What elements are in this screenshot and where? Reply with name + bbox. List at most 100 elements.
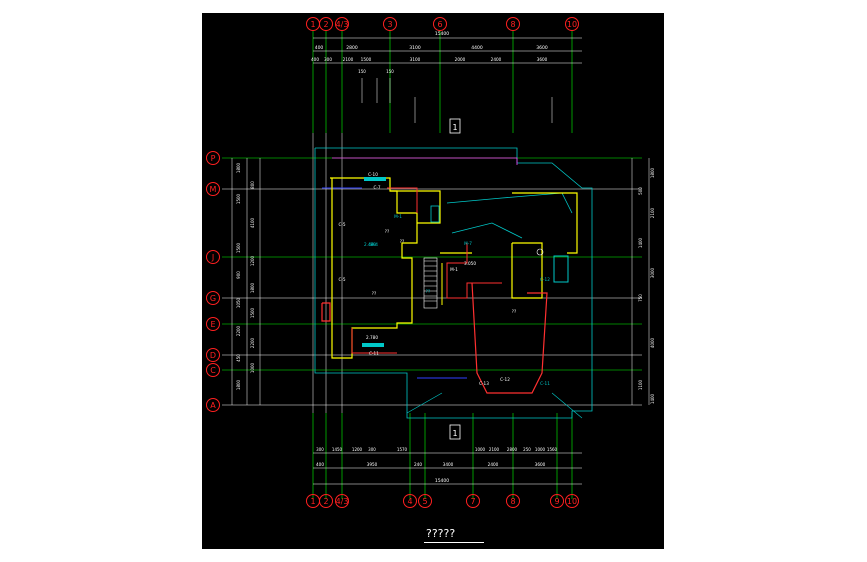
- axis-bubble-top-label: 10: [567, 20, 577, 29]
- dimension-right: 4000: [650, 337, 655, 348]
- room-label: C-12: [500, 377, 510, 382]
- dimension-bottom-row2: 3950: [367, 462, 378, 467]
- dimension-bottom-row1: 2100: [489, 447, 500, 452]
- dimension-top-row2: 400: [311, 57, 319, 62]
- room-label: 3.050: [464, 261, 476, 266]
- dimension-top-row1: 4400: [471, 45, 483, 51]
- axis-bubble-top-label: 3: [387, 20, 392, 29]
- dimension-right: 2100: [650, 207, 655, 218]
- dimension-top-row1: 2800: [346, 45, 358, 51]
- room-label: ??: [426, 289, 430, 294]
- axis-bubble-bottom-label: 1: [310, 497, 315, 506]
- dimension-bottom-row2: 400: [316, 462, 324, 467]
- roof-cyan: [551, 392, 583, 419]
- room-label: C-13: [479, 381, 489, 386]
- room-label: C-11: [369, 351, 379, 356]
- dimension-top-row1: 3100: [409, 45, 421, 51]
- axis-bubble-left-label: P: [211, 154, 216, 163]
- bathtub-fixture: [553, 255, 569, 283]
- room-label: M-1: [450, 267, 458, 272]
- axis-bubble-left-label: D: [210, 351, 216, 360]
- dimension-top-row2: 2400: [491, 57, 502, 62]
- axis-bubble-bottom-label: 8: [510, 497, 515, 506]
- dimension-bottom-row2: 2400: [488, 462, 499, 467]
- window-strip: [364, 177, 386, 181]
- dimension-left: 900: [236, 271, 241, 279]
- axis-bubble-top-label: 8: [510, 20, 515, 29]
- room-label: 2.480: [364, 242, 376, 247]
- dimension-left: 1800: [236, 379, 241, 390]
- axis-bubble-bottom-label: 4/3: [336, 497, 349, 506]
- room-label: 2.780: [366, 335, 378, 340]
- dimension-left: 1500: [236, 193, 241, 204]
- dimension-right: 500: [638, 187, 643, 195]
- drawing-caption: ?????: [426, 527, 456, 540]
- dimension-left: 1000: [250, 362, 255, 373]
- dimension-top-row3: 150: [386, 69, 394, 74]
- axis-bubble-bottom-label: 7: [470, 497, 475, 506]
- axis-bubble-top-label: 6: [437, 20, 442, 29]
- dimension-top-row2: 1500: [361, 57, 372, 62]
- wall-red: [351, 328, 397, 354]
- dimension-top-row3: 150: [358, 69, 366, 74]
- dimension-right: 1400: [650, 393, 655, 404]
- wall-red: [387, 187, 418, 213]
- axis-bubble-top-label: 2: [323, 20, 328, 29]
- section-marker-bottom-label: 1: [452, 429, 457, 438]
- wall-yellow-right: [512, 192, 578, 254]
- section-marker-top-label: 1: [452, 123, 457, 132]
- dimension-bottom-row1: 1000: [535, 447, 546, 452]
- dimension-left: 2200: [250, 337, 255, 348]
- dimension-left: 2200: [236, 325, 241, 336]
- dimension-left: 1800: [236, 162, 241, 173]
- axis-bubble-bottom-label: 9: [554, 497, 559, 506]
- dimension-total-bottom: 15400: [435, 478, 449, 484]
- dimension-left: 800: [250, 181, 255, 189]
- axis-bubble-left-label: E: [210, 320, 215, 329]
- dimension-right: 1400: [638, 237, 643, 248]
- dimension-top-row2: 3100: [410, 57, 421, 62]
- dimension-bottom-row2: 3600: [535, 462, 546, 467]
- dimension-top-row2: 3600: [537, 57, 548, 62]
- room-label: ??: [385, 229, 389, 234]
- dimension-left: 1800: [250, 282, 255, 293]
- room-label: M-7: [464, 241, 472, 246]
- axis-bubble-left-label: C: [210, 366, 216, 375]
- dimension-right: 750: [638, 294, 643, 302]
- room-label: ??: [372, 291, 376, 296]
- dimension-left: 1050: [236, 297, 241, 308]
- room-label: C-7: [373, 185, 380, 190]
- wall-yellow-bath: [511, 242, 543, 299]
- roof-cyan: [451, 222, 523, 239]
- room-label: C-11: [540, 381, 550, 386]
- room-label: C-5: [338, 277, 345, 282]
- dimension-bottom-row1: 1560: [547, 447, 558, 452]
- outline-magenta: [332, 157, 518, 165]
- dimension-bottom-row1: 1450: [332, 447, 343, 452]
- axis-bubble-bottom-label: 10: [567, 497, 577, 506]
- dimension-left: 1200: [250, 255, 255, 266]
- room-label: C-5: [338, 222, 345, 227]
- dimension-bottom-row2: 3400: [443, 462, 454, 467]
- dimension-bottom-row1: 250: [523, 447, 531, 452]
- dimension-top-row2: 2000: [455, 57, 466, 62]
- dimension-bottom-row1: 300: [368, 447, 376, 452]
- dimension-bottom-row1: 1570: [397, 447, 408, 452]
- axis-bubble-left-label: A: [210, 401, 216, 410]
- room-label: C-10: [368, 172, 378, 177]
- dimension-right: 1800: [650, 167, 655, 178]
- dimension-left: 450: [236, 354, 241, 362]
- dimension-left: 1500: [236, 242, 241, 253]
- dimension-bottom-row1: 1200: [352, 447, 363, 452]
- axis-bubble-left-label: M: [210, 185, 217, 194]
- dimension-total-top: 15400: [435, 31, 449, 37]
- dimension-right: 3000: [650, 267, 655, 278]
- dimension-bottom-row1: 300: [316, 447, 324, 452]
- axis-bubble-bottom-label: 2: [323, 497, 328, 506]
- dimension-bottom-row1: 2800: [507, 447, 518, 452]
- dimension-top-row1: 400: [315, 45, 324, 51]
- roof-cyan: [446, 192, 573, 214]
- axis-bubble-bottom-label: 5: [422, 497, 427, 506]
- room-label: C-12: [540, 277, 550, 282]
- axis-bubble-bottom-label: 4: [407, 497, 412, 506]
